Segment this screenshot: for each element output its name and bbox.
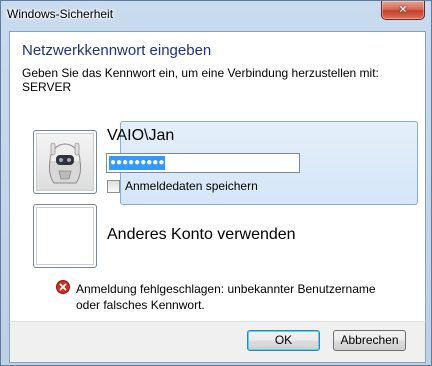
dialog-footer: OK Abbrechen [9,321,426,363]
other-account-label[interactable]: Anderes Konto verwenden [107,226,296,244]
password-input[interactable]: ●●●●●●●●● [106,153,300,173]
title-bar[interactable]: Windows-Sicherheit × [1,1,431,31]
remember-credentials-checkbox[interactable] [107,180,120,193]
security-dialog-window: Windows-Sicherheit × Netzwerkkennwort ei… [0,0,432,366]
error-message-line1: Anmeldung fehlgeschlagen: unbekannter Be… [76,282,376,296]
user-avatar-tile[interactable] [33,130,97,194]
error-icon [56,280,70,294]
other-account-tile[interactable] [33,204,97,268]
ok-button[interactable]: OK [247,330,320,351]
error-message-line2: oder falsches Kennwort. [76,298,205,312]
close-icon: × [399,2,407,16]
account-username: VAIO\Jan [107,127,175,144]
password-value: ●●●●●●●●● [109,156,166,170]
cancel-button[interactable]: Abbrechen [333,330,406,351]
window-title: Windows-Sicherheit [7,7,114,21]
dialog-heading: Netzwerkkennwort eingeben [22,42,212,59]
dialog-content: Netzwerkkennwort eingeben Geben Sie das … [9,31,426,322]
user-avatar-robot-icon [49,142,81,184]
dialog-description: Geben Sie das Kennwort ein, um eine Verb… [22,66,412,94]
description-text: Geben Sie das Kennwort ein, um eine Verb… [22,66,379,80]
error-message: Anmeldung fehlgeschlagen: unbekannter Be… [76,281,406,313]
server-name: SERVER [22,80,72,94]
close-button[interactable]: × [381,1,425,20]
remember-credentials-label[interactable]: Anmeldedaten speichern [125,179,258,193]
